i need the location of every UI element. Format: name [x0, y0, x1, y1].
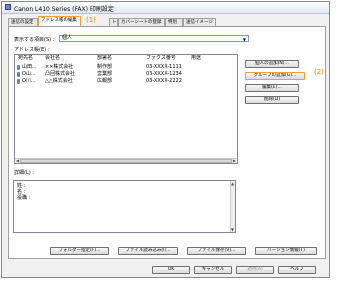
display-item-value: 個人	[62, 35, 73, 41]
table-row[interactable]: O山... 凸回株式会社 営業部 03-XXXX-1234	[15, 71, 237, 78]
printer-icon	[5, 4, 11, 10]
company-cell: 凸回株式会社	[45, 71, 76, 77]
table-row[interactable]: 山田... ××株式会社 制作部 03-XXXX-1111	[15, 64, 237, 71]
person-icon	[17, 79, 20, 84]
callout-1: (1)	[86, 16, 96, 24]
column-header-department[interactable]: 部署名	[97, 55, 112, 62]
department-cell: 営業部	[97, 71, 113, 77]
tab-partial[interactable]: ト	[109, 18, 118, 26]
tab-send-image[interactable]: 送信イメージ	[183, 18, 216, 26]
title-bar: Canon L410 Series (FAX) 印刷設定	[2, 2, 329, 14]
window-title: Canon L410 Series (FAX) 印刷設定	[14, 6, 114, 13]
apply-button[interactable]: 適用(A)	[236, 266, 274, 274]
recipient-cell: O山...	[22, 71, 36, 77]
delete-button[interactable]: 削除(D)	[245, 96, 299, 104]
horizontal-scrollbar[interactable]: ◀ ▶	[15, 158, 237, 163]
person-icon	[17, 72, 20, 77]
vertical-scrollbar[interactable]: ▲ ▼	[230, 181, 235, 232]
table-row[interactable]: O川... △△株式会社 広報部 03-XXXX-2222	[15, 78, 237, 85]
details-box[interactable]: 姓 : 名 : 役職 : ▲ ▼	[13, 180, 236, 233]
details-label: 詳細(L) :	[14, 170, 34, 176]
department-cell: 制作部	[97, 64, 113, 70]
department-cell: 広報部	[97, 78, 113, 84]
ok-button[interactable]: OK	[152, 266, 190, 274]
fax-cell: 03-XXXX-2222	[146, 78, 182, 84]
company-cell: △△株式会社	[45, 78, 73, 84]
fax-cell: 03-XXXX-1234	[146, 71, 182, 77]
cancel-button[interactable]: キャンセル	[194, 266, 232, 274]
callout-2: (2)	[314, 68, 324, 76]
column-header-fax[interactable]: ファクス番号	[146, 55, 176, 62]
tab-bar: 送信の設定 アドレス帳の編集 ト カバーシートの登録 特別 送信イメージ	[8, 16, 326, 26]
chevron-down-icon: ▼	[242, 37, 246, 42]
recipient-cell: 山田...	[22, 64, 37, 70]
fax-cell: 03-XXXX-1111	[146, 64, 182, 70]
display-item-label: 表示する項目(S) :	[14, 37, 55, 43]
file-save-button[interactable]: ファイル保存(V)...	[187, 247, 246, 255]
scroll-down-icon[interactable]: ▼	[231, 227, 234, 232]
add-group-button[interactable]: グループの追加(G)...	[245, 72, 305, 80]
add-person-button[interactable]: 個人の追加(N)...	[245, 60, 299, 68]
tab-send-settings[interactable]: 送信の設定	[8, 18, 38, 26]
column-header-company[interactable]: 会社名	[45, 55, 60, 62]
tab-address-book-edit[interactable]: アドレス帳の編集	[38, 16, 81, 26]
scroll-right-icon[interactable]: ▶	[233, 159, 236, 163]
scroll-left-icon[interactable]: ◀	[16, 159, 19, 163]
folder-button[interactable]: フォルダー指定(F)...	[50, 247, 109, 255]
tab-cover-sheet[interactable]: カバーシートの登録	[118, 18, 165, 26]
column-header-purpose[interactable]: 用途	[191, 55, 201, 62]
edit-button[interactable]: 編集(E)...	[245, 84, 299, 92]
scroll-thumb[interactable]	[20, 159, 232, 163]
display-item-select[interactable]: 個人 ▼	[59, 35, 249, 42]
address-book-label: アドレス帳(E) :	[14, 47, 50, 53]
version-info-button[interactable]: バージョン情報(T)	[255, 247, 317, 255]
detail-title: 役職 :	[17, 195, 31, 201]
scroll-up-icon[interactable]: ▲	[231, 181, 234, 186]
company-cell: ××株式会社	[45, 64, 74, 70]
help-button[interactable]: ヘルプ	[278, 266, 316, 274]
recipient-cell: O川...	[22, 78, 36, 84]
person-icon	[17, 65, 20, 70]
column-header-recipient[interactable]: 宛先名	[18, 55, 33, 62]
print-settings-window: Canon L410 Series (FAX) 印刷設定 送信の設定 アドレス帳…	[1, 1, 330, 278]
file-read-button[interactable]: ファイル読み込み(I)...	[118, 247, 178, 255]
address-list[interactable]: 宛先名 会社名 部署名 ファクス番号 用途 山田... ××株式会社 制作部 0…	[14, 54, 238, 164]
tab-special[interactable]: 特別	[165, 18, 183, 26]
